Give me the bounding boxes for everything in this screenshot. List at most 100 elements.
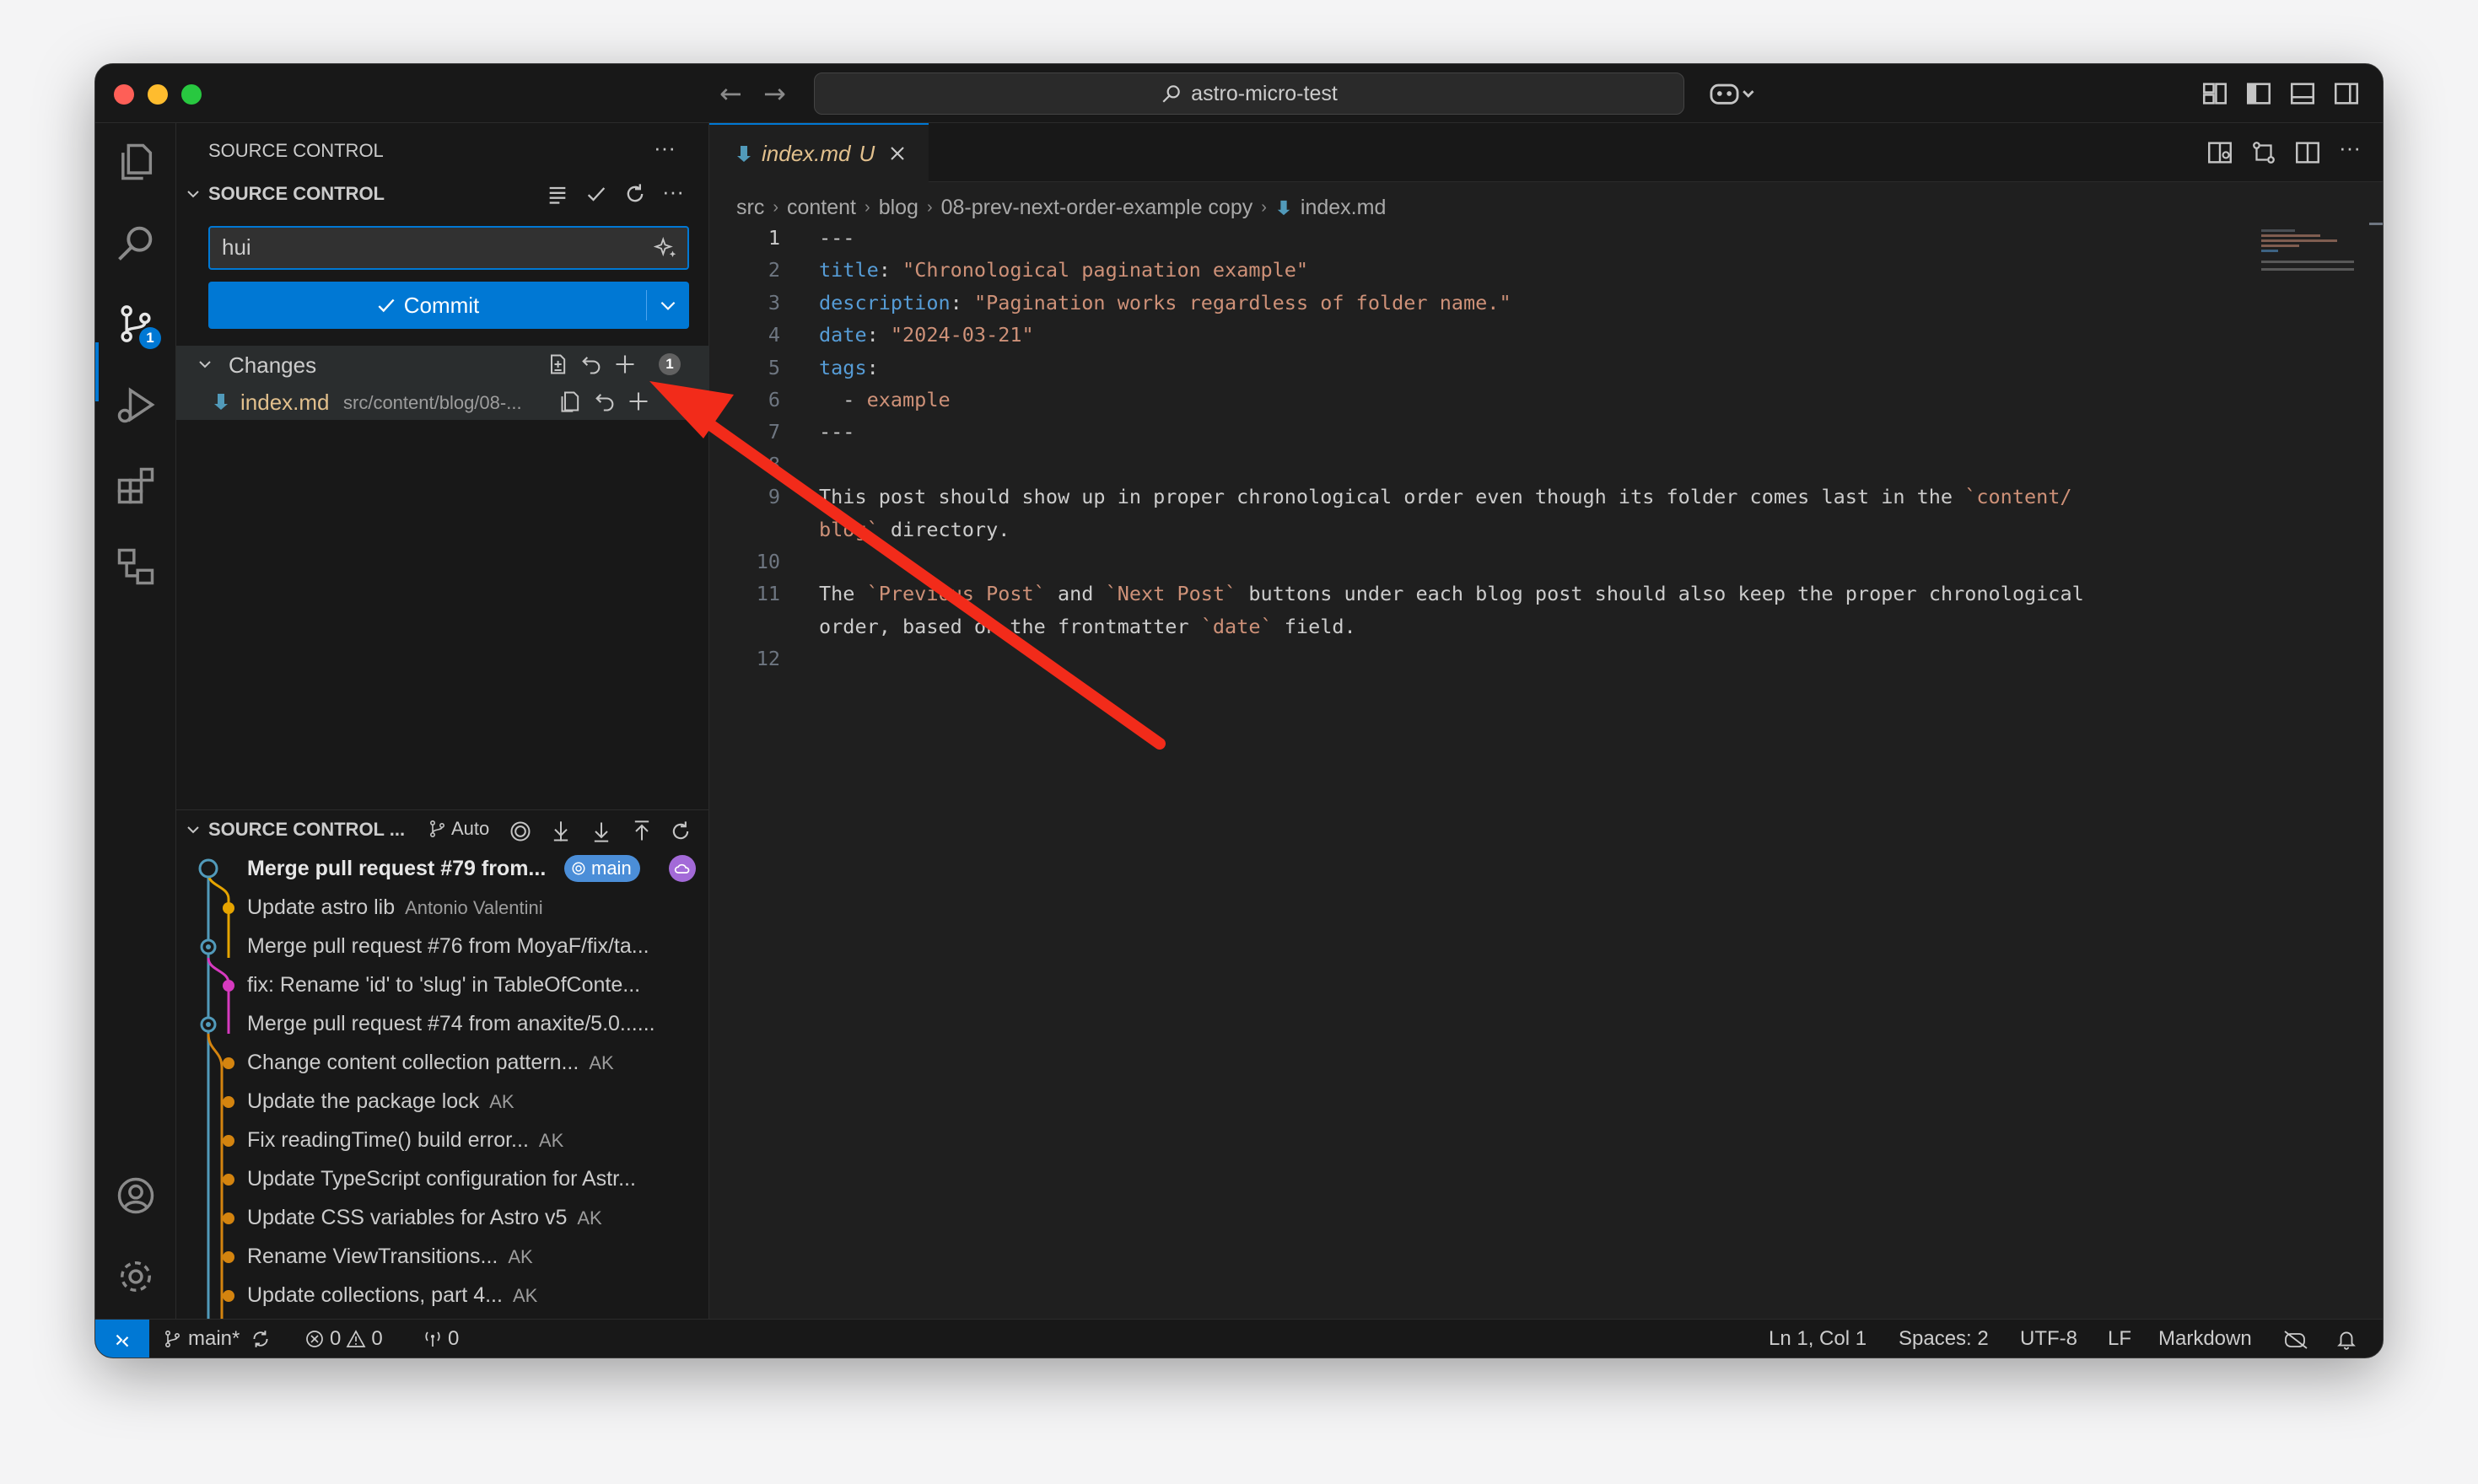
minimap[interactable] [2261,229,2362,280]
forward-arrow-icon[interactable]: → [763,79,786,108]
end-of-line[interactable]: LF [2108,1320,2131,1358]
warning-icon [346,1330,366,1347]
toggle-primary-sidebar-icon[interactable] [2244,79,2273,108]
source-control-icon[interactable]: 1 [114,302,161,349]
branch-indicator[interactable]: main* [163,1320,272,1358]
commit-row[interactable]: Update TypeScript configuration for Astr… [176,1160,709,1197]
accounts-icon[interactable] [114,1174,158,1218]
line-number: 4 [768,323,780,347]
close-tab-icon[interactable] [888,144,907,163]
close-window-button[interactable] [114,84,134,105]
commit-message: Change content collection pattern... AK [247,1050,614,1074]
copilot-status-icon[interactable] [2283,1328,2308,1352]
run-and-debug-icon[interactable] [114,383,158,427]
commit-row[interactable]: Fix readingTime() build error... AK [176,1121,709,1159]
open-changes-icon[interactable] [2249,138,2278,167]
breadcrumb-item[interactable]: src [736,196,764,220]
code-text: This post should show up in proper chron… [819,485,2072,509]
code-text: tags: [819,355,879,379]
notifications-bell-icon[interactable] [2335,1328,2357,1350]
markdown-file-icon [1277,200,1290,216]
cloud-remote-icon [669,855,696,882]
back-arrow-icon[interactable]: ← [719,79,742,108]
remote-explorer-icon[interactable] [114,545,158,589]
command-center-search[interactable]: astro-micro-test [814,73,1684,115]
line-number: 3 [768,290,780,315]
toggle-panel-icon[interactable] [2288,79,2317,108]
line-number: 6 [768,388,780,411]
commit-row[interactable]: Rename ViewTransitions... AK [176,1238,709,1275]
line-number: 8 [768,452,780,476]
line-number: 5 [768,355,780,379]
line-number: 1 [768,226,780,250]
status-bar: main* 0 0 0 Ln 1, Col 1 Spaces: 2 UTF-8 … [95,1319,2383,1358]
git-branch-icon [164,1330,180,1347]
search-icon[interactable] [114,221,158,265]
breadcrumb-item[interactable]: blog [879,196,918,220]
toggle-secondary-sidebar-icon[interactable] [2332,79,2361,108]
commit-row[interactable]: Update astro lib Antonio Valentini [176,889,709,926]
commit-row[interactable]: Merge pull request #79 from... main [176,850,709,887]
copilot-icon[interactable] [1706,79,1757,108]
open-preview-icon[interactable] [2206,138,2234,167]
line-number: 10 [756,550,780,573]
commit-row[interactable]: Update CSS variables for Astro v5 AK [176,1199,709,1236]
breadcrumb-separator: › [926,197,933,217]
code-text: --- [819,226,855,250]
branch-name: main* [188,1327,240,1350]
breadcrumb-separator: › [865,197,870,217]
commit-row[interactable]: Merge pull request #74 from anaxite/5.0.… [176,1005,709,1042]
commit-author: AK [589,1051,614,1073]
title-bar: ← → astro-micro-test [95,64,2383,123]
commit-author: AK [489,1090,514,1112]
encoding[interactable]: UTF-8 [2020,1320,2077,1358]
code-text: --- [819,420,855,444]
code-text: The `Previous Post` and `Next Post` butt… [819,582,2084,606]
commit-row[interactable]: Update collections, part 4... AK [176,1277,709,1314]
code-text: blog` directory. [819,517,1010,541]
breadcrumb-separator: › [1261,197,1267,217]
minimize-window-button[interactable] [148,84,168,105]
commit-message: Merge pull request #74 from anaxite/5.0.… [247,1011,655,1035]
explorer-icon[interactable] [114,140,158,184]
breadcrumb-item[interactable]: 08-prev-next-order-example copy [941,196,1253,220]
indentation[interactable]: Spaces: 2 [1899,1320,1989,1358]
commit-row[interactable]: fix: Rename 'id' to 'slug' in TableOfCon… [176,966,709,1003]
commit-author: AK [538,1129,564,1151]
sync-icon[interactable] [250,1328,272,1350]
tab-index-md[interactable]: index.md U [709,123,929,182]
ports-indicator[interactable]: 0 [423,1320,459,1358]
line-number: 9 [768,485,780,509]
activity-bar: 1 [95,123,176,1320]
extensions-icon[interactable] [114,464,158,508]
customize-layout-icon[interactable] [2201,79,2229,108]
source-control-sidebar: SOURCE CONTROL ··· SOURCE CONTROL ··· hu… [176,123,709,1320]
target-icon [572,862,585,875]
commit-row[interactable]: Change content collection pattern... AK [176,1044,709,1081]
language-mode[interactable]: Markdown [2158,1320,2252,1358]
line-number: 11 [756,582,780,606]
breadcrumb: src › content › blog › 08-prev-next-order-exam… [736,191,1386,224]
cursor-position[interactable]: Ln 1, Col 1 [1769,1320,1867,1358]
active-indicator [95,342,99,401]
breadcrumb-item[interactable]: index.md [1301,196,1386,220]
manage-gear-icon[interactable] [114,1255,158,1298]
commit-message: Rename ViewTransitions... AK [247,1244,533,1268]
remote-indicator[interactable] [95,1320,149,1358]
remote-icon [116,1334,129,1347]
commit-message: Merge pull request #76 from MoyaF/fix/ta… [247,933,649,958]
branch-badge-label: main [591,858,632,879]
split-editor-icon[interactable] [2293,138,2322,167]
warning-count: 0 [371,1327,383,1350]
scrollbar-indicator[interactable] [2369,223,2383,225]
commit-author: Antonio Valentini [405,896,543,918]
tab-bar: index.md U ··· [709,123,2383,182]
zoom-window-button[interactable] [181,84,202,105]
commit-row[interactable]: Merge pull request #76 from MoyaF/fix/ta… [176,928,709,965]
editor-more-actions-icon[interactable]: ··· [2339,135,2361,161]
ports-count: 0 [448,1327,460,1350]
problems-indicator[interactable]: 0 0 [304,1320,383,1358]
error-icon [306,1331,323,1347]
breadcrumb-item[interactable]: content [787,196,856,220]
commit-row[interactable]: Update the package lock AK [176,1083,709,1120]
